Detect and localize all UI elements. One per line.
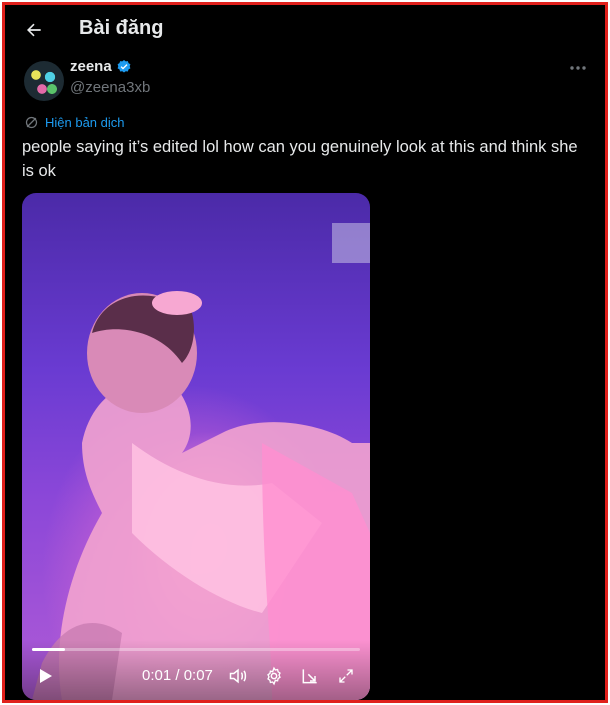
author-name: zeena (70, 58, 112, 75)
dock-icon (302, 669, 317, 684)
author-name-link[interactable]: zeena (70, 58, 132, 75)
tweet-text: people saying it’s edited lol how can yo… (22, 138, 578, 180)
post-page: Bài đăng zeena @zeena3xb Hiện bản dịch p… (2, 2, 608, 703)
avatar[interactable] (24, 61, 64, 101)
page-title: Bài đăng (79, 17, 164, 39)
arrow-left-icon (27, 23, 41, 37)
mute-button[interactable] (226, 664, 250, 688)
author-handle[interactable]: @zeena3xb (70, 79, 150, 96)
video-frame-image (32, 223, 370, 700)
play-button[interactable] (34, 664, 58, 688)
video-time: 0:01 / 0:07 (142, 667, 213, 684)
more-options-button[interactable] (565, 58, 591, 78)
show-translation-label: Hiện bản dịch (45, 115, 125, 130)
play-icon (40, 669, 52, 683)
back-button[interactable] (19, 15, 49, 45)
video-controls: 0:01 / 0:07 (22, 640, 370, 700)
video-progress-fill (32, 648, 65, 651)
video-player[interactable]: 0:01 / 0:07 (22, 193, 370, 700)
ellipsis-icon (570, 66, 586, 70)
verified-badge-icon (117, 59, 131, 73)
dock-video-button[interactable] (298, 664, 322, 688)
show-translation-link[interactable]: Hiện bản dịch (24, 115, 125, 130)
expand-icon (339, 669, 353, 683)
video-progress-bar[interactable] (32, 648, 360, 651)
fullscreen-button[interactable] (334, 664, 358, 688)
settings-button[interactable] (262, 664, 286, 688)
gear-icon (267, 666, 281, 686)
volume-icon (229, 668, 247, 684)
translate-icon (25, 116, 38, 129)
top-bar: Bài đăng (5, 5, 605, 55)
